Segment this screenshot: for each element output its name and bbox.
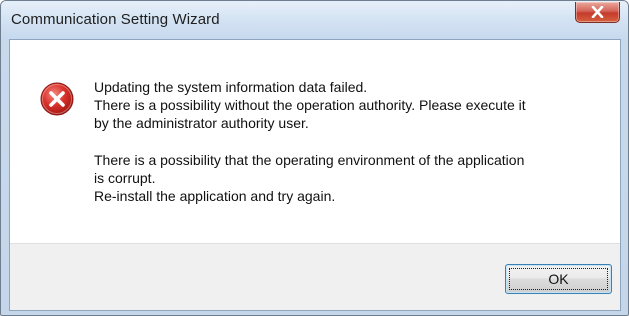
- error-message: Updating the system information data fai…: [94, 78, 594, 205]
- ok-button[interactable]: OK: [505, 264, 612, 294]
- dialog-window: Communication Setting Wizard Updating th…: [0, 0, 629, 316]
- ok-button-label: OK: [548, 271, 569, 287]
- message-area: Updating the system information data fai…: [10, 40, 620, 244]
- message-line: Updating the system information data fai…: [94, 79, 368, 95]
- close-button[interactable]: [575, 2, 620, 23]
- button-bar: OK: [10, 243, 620, 310]
- message-line: There is a possibility that the operatin…: [94, 152, 525, 168]
- close-icon: [591, 6, 604, 18]
- error-icon: [40, 82, 74, 116]
- window-title: Communication Setting Wizard: [11, 11, 220, 28]
- message-line: There is a possibility without the opera…: [94, 97, 526, 113]
- message-line: by the administrator authority user.: [94, 115, 309, 131]
- message-line: Re-install the application and try again…: [94, 188, 336, 204]
- message-line: is corrupt.: [94, 170, 156, 186]
- dialog-client-area: Updating the system information data fai…: [9, 39, 621, 311]
- title-bar[interactable]: Communication Setting Wizard: [1, 1, 628, 39]
